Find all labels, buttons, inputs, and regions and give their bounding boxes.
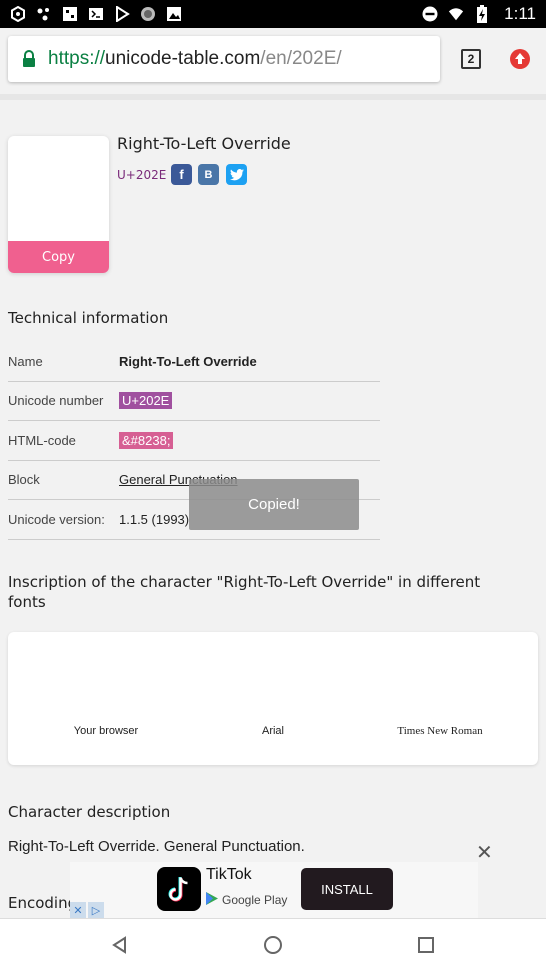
description-heading: Character description xyxy=(8,803,171,821)
encoding-heading: Encoding xyxy=(8,894,78,912)
vk-share-icon[interactable]: B xyxy=(198,164,219,185)
url-scheme: https:// xyxy=(48,48,106,69)
row-key: HTML-code xyxy=(8,432,76,448)
tiktok-logo-icon[interactable] xyxy=(157,867,201,911)
font-label-arial: Arial xyxy=(261,725,284,737)
description-text: Right-To-Left Override. General Punctuat… xyxy=(8,838,305,855)
play-store-icon xyxy=(114,6,130,22)
back-icon[interactable] xyxy=(110,935,130,955)
ad-choices[interactable]: ✕ ▷ xyxy=(70,902,104,918)
close-ad-icon[interactable]: ✕ xyxy=(476,840,493,865)
table-row: Unicode number U+202E xyxy=(8,382,380,421)
dnd-icon xyxy=(422,6,438,22)
clock: 1:11 xyxy=(504,4,536,23)
battery-icon xyxy=(474,5,490,23)
font-label-times: Times New Roman xyxy=(397,725,483,737)
table-row: Name Right-To-Left Override xyxy=(8,342,380,382)
recents-icon[interactable] xyxy=(416,935,436,955)
inscription-heading: Inscription of the character "Right-To-L… xyxy=(8,572,480,612)
terminal-icon xyxy=(88,6,104,22)
photo-grid-icon xyxy=(62,6,78,22)
character-preview-card: Copy xyxy=(8,136,109,273)
table-row: HTML-code &#8238; xyxy=(8,421,380,461)
browser-toolbar: https://unicode-table.com/en/202E/ 2 xyxy=(0,28,546,90)
ad-close-icon[interactable]: ✕ xyxy=(70,902,86,918)
install-button[interactable]: INSTALL xyxy=(301,868,393,910)
ad-title[interactable]: TikTok xyxy=(206,866,252,884)
ad-banner[interactable]: TikTok Google Play INSTALL ✕ ▷ xyxy=(70,862,478,918)
character-code: U+202E xyxy=(117,168,167,182)
circle-icon xyxy=(140,6,156,22)
row-key: Name xyxy=(8,353,43,369)
url-text[interactable]: https://unicode-table.com/en/202E/ xyxy=(48,48,342,70)
url-path: /en/202E/ xyxy=(260,48,342,69)
row-value: 1.1.5 (1993) xyxy=(119,511,190,527)
url-bar[interactable]: https://unicode-table.com/en/202E/ xyxy=(8,36,440,82)
lock-icon xyxy=(22,50,36,68)
row-key: Block xyxy=(8,472,40,488)
font-label-browser: Your browser xyxy=(73,725,139,737)
inscription-heading-line1: Inscription of the character "Right-To-L… xyxy=(8,573,481,591)
character-title: Right-To-Left Override xyxy=(117,134,291,153)
hexagon-icon xyxy=(10,6,26,22)
copy-button[interactable]: Copy xyxy=(8,241,109,273)
fonts-card: Your browser Arial Times New Roman xyxy=(8,632,538,765)
url-host: unicode-table.com xyxy=(105,48,261,69)
dots-icon xyxy=(36,6,52,22)
html-code-tag[interactable]: &#8238; xyxy=(119,431,174,449)
android-navbar xyxy=(0,918,546,972)
toast-message: Copied! xyxy=(189,479,359,530)
ad-store: Google Play xyxy=(206,892,287,908)
facebook-share-icon[interactable]: f xyxy=(171,164,192,185)
row-key: Unicode version: xyxy=(8,511,105,527)
row-value: Right-To-Left Override xyxy=(119,353,257,369)
update-icon[interactable] xyxy=(509,48,531,70)
status-bar: 1:11 xyxy=(0,0,546,28)
twitter-share-icon[interactable] xyxy=(226,164,247,185)
wifi-icon xyxy=(448,6,464,22)
tab-switcher-button[interactable]: 2 xyxy=(461,49,481,69)
unicode-number-tag[interactable]: U+202E xyxy=(119,392,173,410)
image-icon xyxy=(166,6,182,22)
technical-heading: Technical information xyxy=(8,309,169,327)
ad-store-label: Google Play xyxy=(222,893,288,907)
google-play-icon xyxy=(206,892,218,908)
row-key: Unicode number xyxy=(8,393,104,409)
ad-choices-icon[interactable]: ▷ xyxy=(88,902,104,918)
inscription-heading-line2: fonts xyxy=(8,593,46,611)
home-icon[interactable] xyxy=(263,935,283,955)
